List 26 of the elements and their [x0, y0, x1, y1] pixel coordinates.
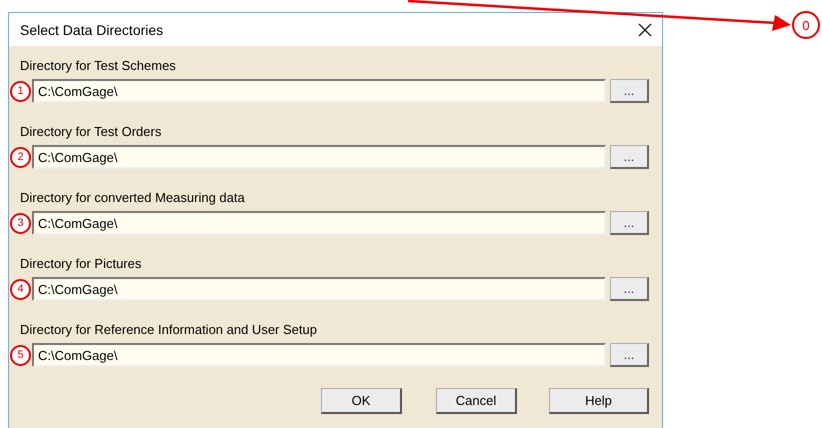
- directory-field[interactable]: C:\ComGage\: [32, 277, 606, 301]
- close-icon[interactable]: [638, 22, 652, 36]
- step-marker: 3: [10, 212, 31, 234]
- field-label: Directory for Test Schemes: [20, 58, 177, 74]
- directory-field[interactable]: C:\ComGage\: [32, 79, 606, 103]
- step-marker: 4: [10, 278, 31, 300]
- field-label: Directory for converted Measuring data: [20, 190, 246, 206]
- field-label: Directory for Reference Information and User Setup: [20, 322, 318, 338]
- browse-button[interactable]: ...: [610, 211, 649, 235]
- directory-field[interactable]: C:\ComGage\: [32, 211, 606, 235]
- dialog-button[interactable]: OK: [321, 388, 402, 414]
- browse-button[interactable]: ...: [610, 79, 649, 103]
- browse-button[interactable]: ...: [610, 343, 649, 367]
- window-title: Select Data Directories: [20, 22, 164, 38]
- browse-button[interactable]: ...: [610, 277, 649, 301]
- dialog-button[interactable]: Help: [549, 388, 649, 414]
- step-marker: 2: [10, 146, 31, 168]
- step-marker: 0: [792, 11, 820, 39]
- browse-button[interactable]: ...: [610, 145, 649, 169]
- field-label: Directory for Pictures: [20, 256, 142, 272]
- step-marker: 5: [10, 344, 31, 366]
- directory-field[interactable]: C:\ComGage\: [32, 343, 606, 367]
- directory-field[interactable]: C:\ComGage\: [32, 145, 606, 169]
- step-marker: 1: [10, 80, 31, 102]
- field-label: Directory for Test Orders: [20, 124, 162, 140]
- dialog-button[interactable]: Cancel: [436, 388, 517, 414]
